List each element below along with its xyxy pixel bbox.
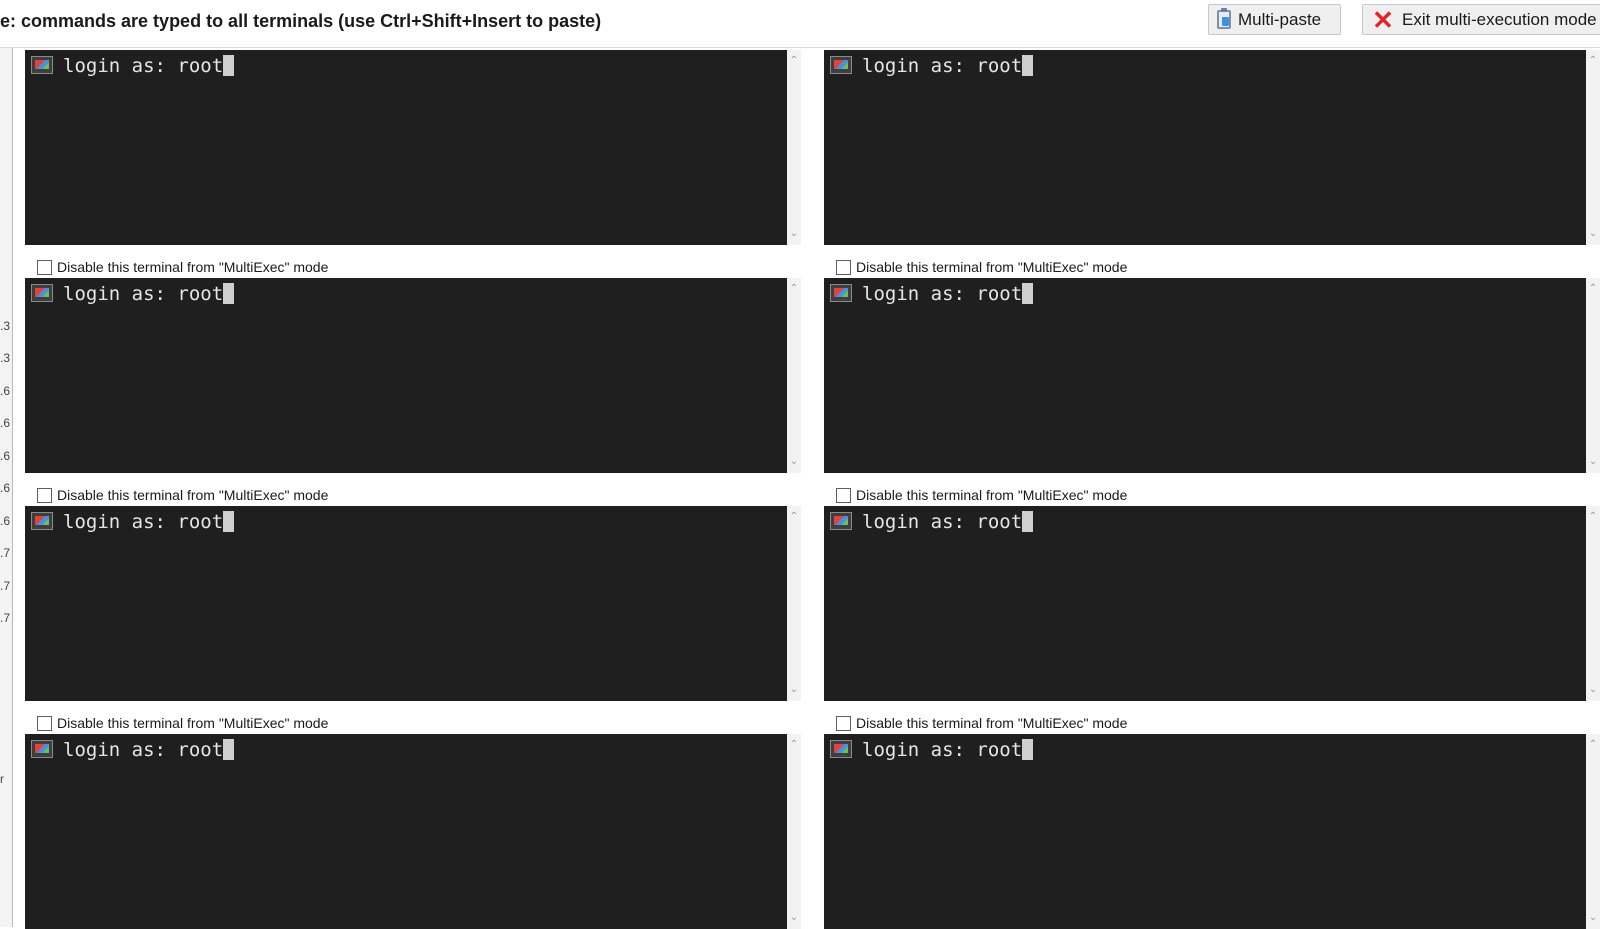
terminal-screen[interactable]: login as: root	[824, 278, 1586, 473]
terminal-cursor	[223, 511, 235, 532]
multi-paste-button[interactable]: Multi-paste	[1208, 4, 1341, 35]
exit-multiexec-label: Exit multi-execution mode	[1402, 9, 1597, 29]
session-icon	[830, 56, 852, 74]
disable-terminal-label: Disable this terminal from "MultiExec" m…	[57, 715, 329, 731]
disable-terminal-checkbox[interactable]	[37, 715, 52, 731]
terminal-cursor	[1022, 739, 1034, 760]
terminal-prompt: login as: root	[63, 739, 224, 761]
sidebar-fragment: .7	[0, 611, 11, 625]
sidebar-fragment: .6	[0, 514, 11, 528]
terminal-scrollbar[interactable]: ⌃ ⌄	[1586, 50, 1600, 245]
chevron-up-icon[interactable]: ⌃	[1588, 512, 1598, 522]
disable-terminal-option[interactable]: Disable this terminal from "MultiExec" m…	[836, 257, 1127, 277]
terminal-screen[interactable]: login as: root	[25, 734, 787, 929]
disable-terminal-label: Disable this terminal from "MultiExec" m…	[57, 259, 329, 275]
close-icon: ✕	[1372, 4, 1394, 35]
clipboard-icon	[1217, 8, 1231, 29]
session-icon	[830, 740, 852, 758]
terminal-prompt: login as: root	[862, 55, 1023, 77]
terminal-screen[interactable]: login as: root	[824, 734, 1586, 929]
disable-terminal-checkbox[interactable]	[836, 715, 851, 731]
terminal-prompt: login as: root	[63, 283, 224, 305]
chevron-up-icon[interactable]: ⌃	[789, 284, 799, 294]
sidebar-fragment: .7	[0, 579, 11, 593]
terminal-cursor	[1022, 511, 1034, 532]
terminal-cursor	[223, 283, 235, 304]
terminal-cursor	[1022, 55, 1034, 76]
chevron-down-icon[interactable]: ⌄	[1588, 913, 1598, 923]
multiexec-toolbar: e: commands are typed to all terminals (…	[0, 0, 1600, 48]
session-icon	[31, 512, 53, 530]
terminal-screen[interactable]: login as: root	[25, 278, 787, 473]
disable-terminal-label: Disable this terminal from "MultiExec" m…	[856, 259, 1128, 275]
session-icon	[830, 512, 852, 530]
chevron-down-icon[interactable]: ⌄	[1588, 685, 1598, 695]
session-icon	[31, 56, 53, 74]
chevron-up-icon[interactable]: ⌃	[1588, 284, 1598, 294]
disable-terminal-checkbox[interactable]	[37, 487, 52, 503]
session-icon	[31, 740, 53, 758]
sidebar-fragment: .3	[0, 319, 11, 333]
disable-terminal-option[interactable]: Disable this terminal from "MultiExec" m…	[37, 485, 328, 505]
disable-terminal-option[interactable]: Disable this terminal from "MultiExec" m…	[836, 713, 1127, 733]
terminal-scrollbar[interactable]: ⌃ ⌄	[1586, 506, 1600, 701]
chevron-up-icon[interactable]: ⌃	[1588, 740, 1598, 750]
chevron-down-icon[interactable]: ⌄	[789, 229, 799, 239]
exit-multiexec-button[interactable]: ✕ Exit multi-execution mode	[1362, 4, 1600, 35]
terminal-screen[interactable]: login as: root	[25, 506, 787, 701]
disable-terminal-option[interactable]: Disable this terminal from "MultiExec" m…	[37, 257, 328, 277]
terminal-scrollbar[interactable]: ⌃ ⌄	[787, 734, 801, 929]
terminal-prompt: login as: root	[63, 511, 224, 533]
sidebar-fragment: r	[0, 772, 4, 786]
disable-terminal-label: Disable this terminal from "MultiExec" m…	[57, 487, 329, 503]
terminal-scrollbar[interactable]: ⌃ ⌄	[1586, 734, 1600, 929]
sidebar-fragment: .6	[0, 384, 11, 398]
terminal-screen[interactable]: login as: root	[824, 506, 1586, 701]
terminal-prompt: login as: root	[862, 283, 1023, 305]
chevron-down-icon[interactable]: ⌄	[789, 457, 799, 467]
chevron-up-icon[interactable]: ⌃	[789, 740, 799, 750]
disable-terminal-option[interactable]: Disable this terminal from "MultiExec" m…	[836, 485, 1127, 505]
chevron-up-icon[interactable]: ⌃	[789, 56, 799, 66]
sidebar-fragment: .6	[0, 416, 11, 430]
chevron-up-icon[interactable]: ⌃	[789, 512, 799, 522]
sidebar-fragment: .6	[0, 449, 11, 463]
disable-terminal-checkbox[interactable]	[836, 487, 851, 503]
disable-terminal-checkbox[interactable]	[836, 259, 851, 275]
sidebar-fragment: .3	[0, 351, 11, 365]
chevron-down-icon[interactable]: ⌄	[1588, 457, 1598, 467]
terminal-cursor	[223, 739, 235, 760]
terminal-scrollbar[interactable]: ⌃ ⌄	[787, 506, 801, 701]
terminal-prompt: login as: root	[862, 511, 1023, 533]
multiexec-banner: e: commands are typed to all terminals (…	[0, 11, 602, 31]
terminal-prompt: login as: root	[862, 739, 1023, 761]
disable-terminal-label: Disable this terminal from "MultiExec" m…	[856, 487, 1128, 503]
terminal-scrollbar[interactable]: ⌃ ⌄	[1586, 278, 1600, 473]
chevron-up-icon[interactable]: ⌃	[1588, 56, 1598, 66]
disable-terminal-label: Disable this terminal from "MultiExec" m…	[856, 715, 1128, 731]
disable-terminal-checkbox[interactable]	[37, 259, 52, 275]
terminal-scrollbar[interactable]: ⌃ ⌄	[787, 50, 801, 245]
chevron-down-icon[interactable]: ⌄	[789, 913, 799, 923]
session-icon	[830, 284, 852, 302]
chevron-down-icon[interactable]: ⌄	[1588, 229, 1598, 239]
left-sidebar-edge: .3 .3 .6 .6 .6 .6 .6 .7 .7 .7 r	[0, 48, 13, 927]
terminal-scrollbar[interactable]: ⌃ ⌄	[787, 278, 801, 473]
sidebar-fragment: .6	[0, 481, 11, 495]
sidebar-fragment: .7	[0, 546, 11, 560]
terminal-screen[interactable]: login as: root	[25, 50, 787, 245]
session-icon	[31, 284, 53, 302]
multi-paste-label: Multi-paste	[1238, 9, 1322, 29]
terminal-prompt: login as: root	[63, 55, 224, 77]
disable-terminal-option[interactable]: Disable this terminal from "MultiExec" m…	[37, 713, 328, 733]
chevron-down-icon[interactable]: ⌄	[789, 685, 799, 695]
terminal-cursor	[223, 55, 235, 76]
terminal-cursor	[1022, 283, 1034, 304]
terminal-screen[interactable]: login as: root	[824, 50, 1586, 245]
